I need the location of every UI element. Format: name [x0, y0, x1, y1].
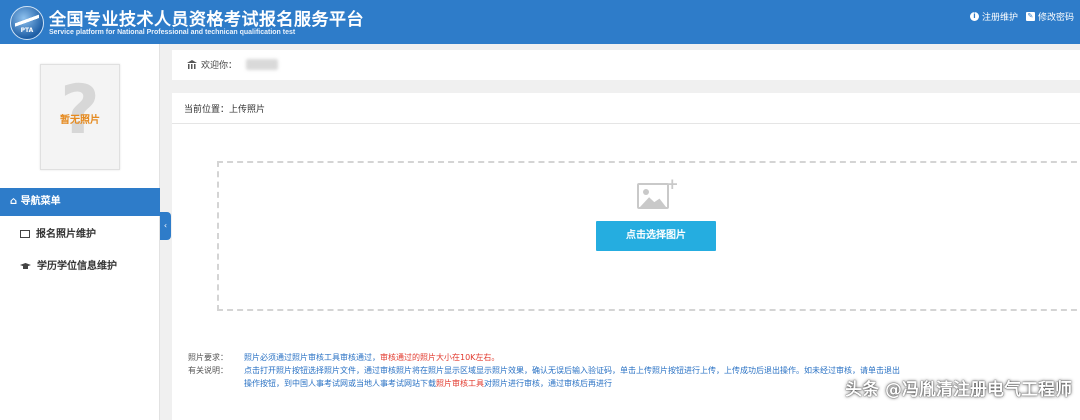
nav-menu-header[interactable]: ⌂ 导航菜单 — [0, 188, 160, 216]
divider — [172, 123, 1080, 124]
sidebar-item-education-maintain[interactable]: 学历学位信息维护 — [0, 252, 160, 282]
edit-icon: ✎ — [1025, 12, 1035, 21]
sidebar-collapse-toggle[interactable]: ‹ — [160, 212, 171, 240]
nav-menu-label: 导航菜单 — [20, 196, 61, 207]
audit-tool-link[interactable]: 照片审核工具 — [436, 379, 484, 388]
size-warning: 审核通过的照片大小在10K左右。 — [380, 353, 500, 362]
watermark: 头条 @冯胤清注册电气工程师 — [845, 380, 1072, 400]
header-links: i 注册维护 ✎ 修改密码 — [969, 10, 1074, 23]
upload-panel: 当前位置：上传照片 + 点击选择图片 照片要求： 照片必须通过照片审核工具审核通… — [172, 93, 1080, 420]
site-title: 全国专业技术人员资格考试报名服务平台 — [49, 10, 364, 30]
photo-card-icon — [20, 230, 30, 238]
add-image-icon: + — [637, 177, 679, 211]
site-subtitle: Service platform for National Profession… — [49, 29, 296, 36]
logo-text: PTA — [20, 27, 34, 34]
home-icon: ⌂ — [10, 196, 18, 207]
photo-upload-dropzone[interactable]: + 点击选择图片 — [217, 161, 1080, 311]
info-icon: i — [969, 12, 979, 21]
notes-text: 点击打开照片按钮选择照片文件，通过审核照片将在照片显示区域显示照片效果，确认无误… — [244, 366, 900, 375]
sidebar-item-photo-maintain[interactable]: 报名照片维护 — [0, 220, 160, 250]
welcome-bar: 欢迎你： — [172, 50, 1080, 80]
no-photo-label: 暂无照片 — [60, 115, 100, 126]
username-redacted — [246, 59, 278, 70]
sidebar-item-label: 报名照片维护 — [36, 229, 96, 240]
sidebar: ? 暂无照片 ⌂ 导航菜单 报名照片维护 学历学位信息维护 — [0, 44, 160, 420]
photo-placeholder: ? 暂无照片 — [40, 64, 120, 170]
requirements-label: 照片要求： — [188, 353, 228, 362]
pta-logo: PTA — [10, 6, 44, 40]
top-header: PTA 全国专业技术人员资格考试报名服务平台 Service platform … — [0, 0, 1080, 44]
change-password-link[interactable]: ✎ 修改密码 — [1025, 10, 1074, 23]
change-password-label: 修改密码 — [1037, 13, 1074, 23]
register-maintain-link[interactable]: i 注册维护 — [969, 10, 1018, 23]
notes-label: 有关说明： — [188, 366, 228, 375]
notes-text-continued: 操作按钮，到中国人事考试网或当地人事考试网站下载照片审核工具对照片进行审核，通过… — [244, 379, 612, 388]
breadcrumb: 当前位置：上传照片 — [184, 105, 266, 115]
graduation-cap-icon — [20, 262, 31, 270]
bank-icon — [187, 60, 197, 69]
register-maintain-label: 注册维护 — [981, 13, 1018, 23]
select-image-button[interactable]: 点击选择图片 — [596, 221, 716, 251]
requirements-text: 照片必须通过照片审核工具审核通过，审核通过的照片大小在10K左右。 — [244, 353, 500, 362]
welcome-text: 欢迎你： — [201, 61, 238, 71]
sidebar-item-label: 学历学位信息维护 — [37, 261, 117, 272]
